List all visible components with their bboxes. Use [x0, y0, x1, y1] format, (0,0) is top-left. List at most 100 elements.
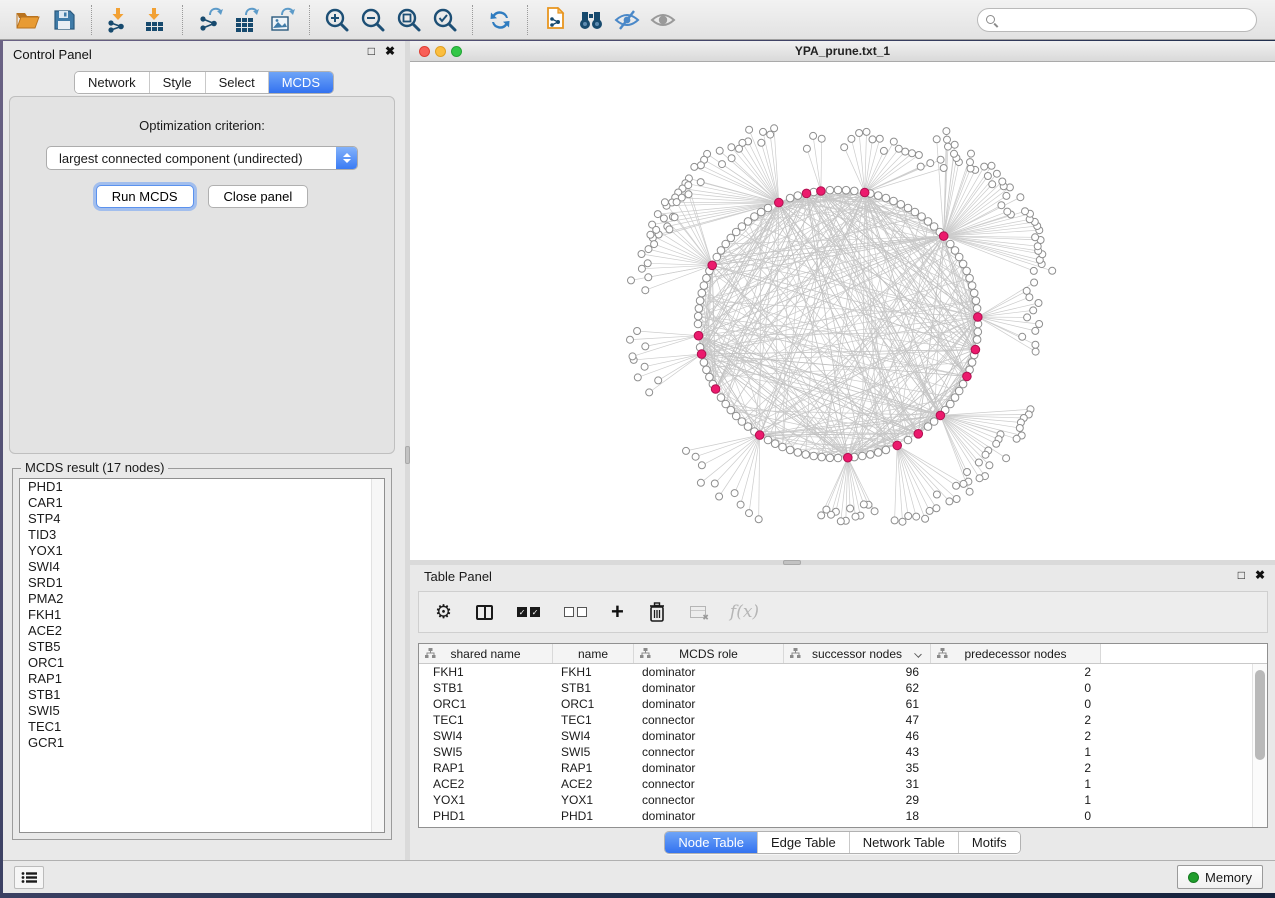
graph-node[interactable]: [859, 452, 867, 460]
mcds-result-item[interactable]: TID3: [20, 527, 384, 543]
graph-node[interactable]: [645, 274, 652, 281]
graph-node[interactable]: [988, 162, 995, 169]
graph-node[interactable]: [638, 265, 645, 272]
mcds-result-item[interactable]: SRD1: [20, 575, 384, 591]
open-session-button[interactable]: [10, 4, 46, 36]
graph-node[interactable]: [728, 155, 735, 162]
graph-node[interactable]: [841, 144, 848, 151]
float-panel-icon[interactable]: □: [1238, 568, 1245, 582]
graph-node[interactable]: [922, 515, 929, 522]
import-network-button[interactable]: [101, 4, 137, 36]
graph-node[interactable]: [645, 246, 652, 253]
graph-node[interactable]: [696, 297, 704, 305]
table-row[interactable]: STB1STB1dominator620: [419, 680, 1252, 696]
mcds-result-item[interactable]: ACE2: [20, 623, 384, 639]
graph-node[interactable]: [1019, 333, 1026, 340]
graph-node[interactable]: [803, 145, 810, 152]
export-table-button[interactable]: [228, 4, 264, 36]
show-log-button[interactable]: [14, 866, 44, 889]
tab-edge-table[interactable]: Edge Table: [757, 832, 849, 853]
hide-selected-button[interactable]: [609, 4, 645, 36]
graph-hub-node[interactable]: [963, 372, 972, 381]
graph-node[interactable]: [915, 152, 922, 159]
graph-node[interactable]: [719, 161, 726, 168]
graph-hub-node[interactable]: [893, 441, 902, 450]
graph-node[interactable]: [823, 506, 830, 513]
search-input[interactable]: [995, 11, 1256, 29]
graph-node[interactable]: [959, 260, 967, 268]
graph-node[interactable]: [911, 208, 919, 216]
mcds-result-item[interactable]: STB1: [20, 687, 384, 703]
graph-node[interactable]: [629, 353, 636, 360]
memory-button[interactable]: Memory: [1177, 865, 1263, 889]
table-row[interactable]: FKH1FKH1dominator962: [419, 664, 1252, 680]
graph-hub-node[interactable]: [817, 187, 826, 196]
graph-node[interactable]: [951, 141, 958, 148]
graph-node[interactable]: [1030, 267, 1037, 274]
graph-node[interactable]: [697, 179, 704, 186]
graph-node[interactable]: [876, 135, 883, 142]
graph-node[interactable]: [945, 143, 952, 150]
graph-node[interactable]: [755, 516, 762, 523]
graph-node[interactable]: [982, 451, 989, 458]
mcds-result-item[interactable]: PMA2: [20, 591, 384, 607]
graph-node[interactable]: [698, 462, 705, 469]
graph-hub-node[interactable]: [936, 411, 945, 420]
close-panel-button[interactable]: Close panel: [208, 185, 309, 208]
graph-node[interactable]: [918, 213, 926, 221]
table-row[interactable]: ORC1ORC1dominator610: [419, 696, 1252, 712]
graph-node[interactable]: [860, 501, 867, 508]
graph-node[interactable]: [947, 240, 955, 248]
graph-node[interactable]: [968, 150, 975, 157]
graph-node[interactable]: [818, 135, 825, 142]
mcds-result-item[interactable]: RAP1: [20, 671, 384, 687]
graph-node[interactable]: [951, 150, 958, 157]
graph-node[interactable]: [691, 163, 698, 170]
graph-node[interactable]: [627, 336, 634, 343]
graph-node[interactable]: [810, 132, 817, 139]
graph-node[interactable]: [882, 446, 890, 454]
mcds-result-item[interactable]: YOX1: [20, 543, 384, 559]
graph-node[interactable]: [973, 305, 981, 313]
graph-node[interactable]: [746, 510, 753, 517]
graph-node[interactable]: [989, 181, 996, 188]
graph-hub-node[interactable]: [697, 350, 706, 359]
graph-hub-node[interactable]: [860, 188, 869, 197]
graph-node[interactable]: [641, 363, 648, 370]
graph-node[interactable]: [863, 128, 870, 135]
graph-node[interactable]: [694, 312, 702, 320]
function-builder-button[interactable]: f(x): [730, 599, 759, 625]
network-graph[interactable]: [410, 62, 1275, 560]
graph-node[interactable]: [654, 211, 661, 218]
float-panel-icon[interactable]: □: [368, 44, 375, 58]
graph-node[interactable]: [685, 182, 692, 189]
graph-node[interactable]: [758, 139, 765, 146]
graph-node[interactable]: [655, 377, 662, 384]
graph-node[interactable]: [871, 508, 878, 515]
graph-hub-node[interactable]: [844, 453, 853, 462]
graph-node[interactable]: [628, 277, 635, 284]
graph-node[interactable]: [968, 359, 976, 367]
add-column-button[interactable]: +: [611, 599, 624, 625]
graph-node[interactable]: [851, 187, 859, 195]
show-columns-button[interactable]: [476, 599, 493, 625]
graph-node[interactable]: [917, 163, 924, 170]
graph-node[interactable]: [1035, 300, 1042, 307]
graph-node[interactable]: [660, 215, 667, 222]
tab-network-table[interactable]: Network Table: [849, 832, 958, 853]
graph-node[interactable]: [891, 517, 898, 524]
graph-node[interactable]: [1003, 455, 1010, 462]
column-header-name[interactable]: name: [553, 644, 634, 663]
graph-node[interactable]: [634, 328, 641, 335]
graph-node[interactable]: [974, 328, 982, 336]
graph-node[interactable]: [869, 136, 876, 143]
graph-node[interactable]: [895, 145, 902, 152]
graph-node[interactable]: [695, 305, 703, 313]
graph-node[interactable]: [837, 518, 844, 525]
deselect-all-button[interactable]: [564, 599, 587, 625]
graph-node[interactable]: [975, 459, 982, 466]
table-settings-button[interactable]: ⚙: [435, 599, 452, 625]
delete-table-button[interactable]: [690, 599, 706, 625]
graph-node[interactable]: [967, 159, 974, 166]
graph-node[interactable]: [964, 469, 971, 476]
